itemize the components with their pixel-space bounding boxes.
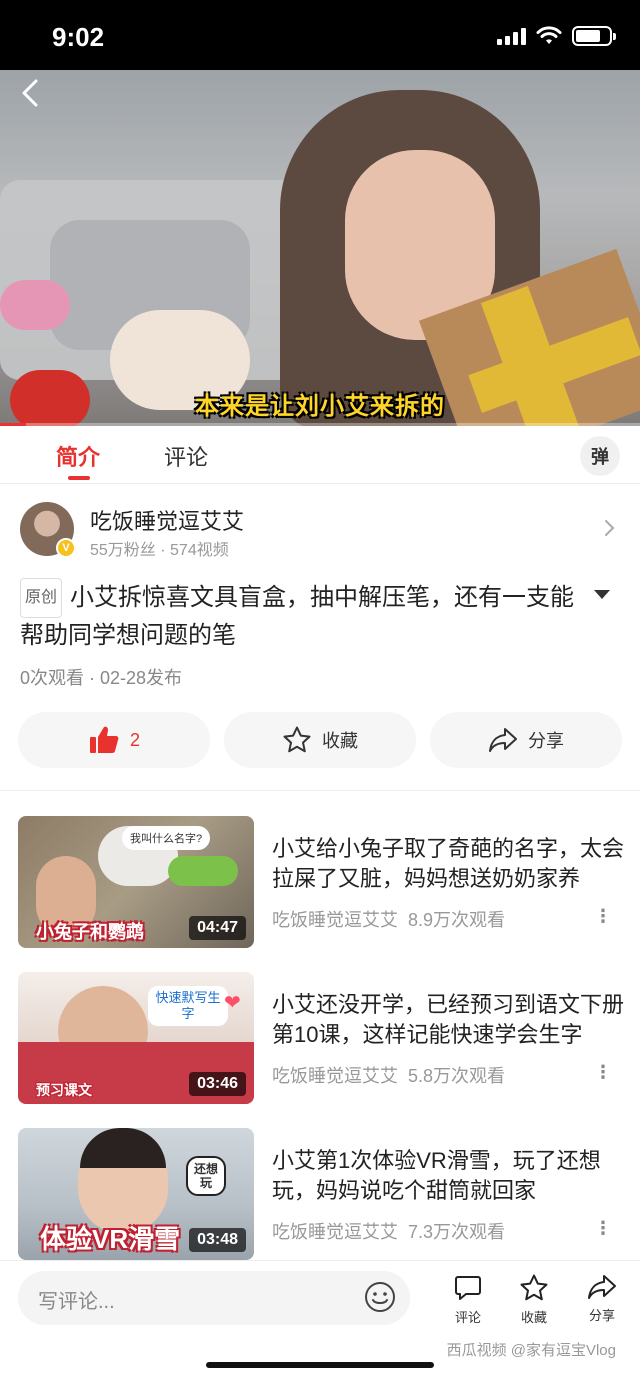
parrot: [168, 856, 238, 886]
related-video-title[interactable]: 小艾给小兔子取了奇葩的名字，太会拉屎了又脏，妈妈想送奶奶家养: [272, 834, 624, 894]
share-label: 分享: [528, 731, 564, 751]
video-duration: 03:48: [189, 1228, 246, 1252]
chevron-right-icon[interactable]: [604, 518, 616, 544]
related-video-views: 5.8万次观看: [408, 1066, 506, 1086]
signal-icon: [497, 27, 526, 45]
wifi-icon: [536, 26, 562, 44]
comment-input[interactable]: 写评论...: [18, 1271, 410, 1325]
plush-toy: [0, 280, 70, 330]
chevron-left-icon: [22, 79, 38, 107]
related-video-item[interactable]: 快速默写生字 ❤ 预习课文 03:46 小艾还没开学，已经预习到语文下册第10课…: [0, 972, 640, 1104]
hair: [80, 1128, 166, 1168]
thumbnail-caption: 小兔子和鹦鹉: [36, 922, 144, 942]
related-video-author: 吃饭睡觉逗艾艾: [272, 910, 398, 930]
comment-icon: [455, 1276, 481, 1300]
video-title: 小艾拆惊喜文具盲盒，抽中解压笔，还有一支能帮助同学想问题的笔: [20, 584, 575, 649]
related-video-author: 吃饭睡觉逗艾艾: [272, 1066, 398, 1086]
thumbnail-bubble: 我叫什么名字?: [122, 826, 211, 850]
thumbnail-bubble: 快速默写生字: [148, 986, 228, 1026]
related-video-views: 8.9万次观看: [408, 910, 506, 930]
status-time: 9:02: [52, 22, 105, 52]
expand-title-icon[interactable]: [594, 590, 610, 599]
video-duration: 04:47: [189, 916, 246, 940]
author-stats: 55万粉丝 · 574视频: [90, 542, 229, 559]
status-icons: [497, 26, 616, 46]
related-video-views: 7.3万次观看: [408, 1222, 506, 1242]
share-icon: [588, 1275, 616, 1299]
video-meta: 0次观看 · 02-28发布: [20, 668, 183, 688]
original-badge: 原创: [20, 578, 63, 618]
related-video-author: 吃饭睡觉逗艾艾: [272, 1222, 398, 1242]
verified-icon: V: [56, 538, 76, 558]
related-video-item[interactable]: 我叫什么名字? 小兔子和鹦鹉 04:47 小艾给小兔子取了奇葩的名字，太会拉屎了…: [0, 816, 640, 948]
divider: [0, 790, 640, 791]
favorite-label: 收藏: [322, 731, 358, 751]
star-icon: [520, 1274, 548, 1301]
related-video-title[interactable]: 小艾还没开学，已经预习到语文下册第10课，这样记能快速学会生字: [272, 990, 624, 1050]
back-button[interactable]: [18, 78, 48, 108]
video-thumbnail[interactable]: 我叫什么名字? 小兔子和鹦鹉 04:47: [18, 816, 254, 948]
favorite-bar-button[interactable]: 收藏: [504, 1273, 564, 1326]
video-duration: 03:46: [189, 1072, 246, 1096]
more-options-icon[interactable]: ⋮: [594, 1218, 612, 1239]
video-thumbnail[interactable]: 快速默写生字 ❤ 预习课文 03:46: [18, 972, 254, 1104]
more-options-icon[interactable]: ⋮: [594, 1062, 612, 1083]
detail-tabs: 简介 评论 弹: [0, 426, 640, 484]
emoji-icon[interactable]: [364, 1281, 396, 1313]
related-video-item[interactable]: 还想玩 体验VR滑雪 03:48 小艾第1次体验VR滑雪，玩了还想玩，妈妈说吃个…: [0, 1128, 640, 1260]
comment-button[interactable]: 评论: [438, 1273, 498, 1326]
tab-comment[interactable]: 评论: [164, 440, 208, 472]
favorite-button[interactable]: 收藏: [224, 712, 416, 768]
star-icon: [283, 726, 311, 753]
thumbs-up-icon: [89, 726, 119, 753]
more-options-icon[interactable]: ⋮: [594, 906, 612, 927]
comment-placeholder: 写评论...: [38, 1291, 115, 1313]
tab-intro[interactable]: 简介: [56, 440, 100, 480]
share-icon: [489, 728, 517, 752]
video-thumbnail[interactable]: 还想玩 体验VR滑雪 03:48: [18, 1128, 254, 1260]
video-player[interactable]: 本来是让刘小艾来拆的: [0, 70, 640, 426]
related-video-meta: 吃饭睡觉逗艾艾 5.8万次观看: [272, 1062, 505, 1088]
video-subtitle: 本来是让刘小艾来拆的: [195, 393, 445, 420]
heart-icon: ❤: [224, 992, 241, 1014]
video-title-block: 原创 小艾拆惊喜文具盲盒，抽中解压笔，还有一支能帮助同学想问题的笔: [20, 578, 620, 654]
related-video-meta: 吃饭睡觉逗艾艾 8.9万次观看: [272, 906, 505, 932]
comment-button-label: 评论: [454, 1310, 481, 1325]
home-indicator[interactable]: [206, 1362, 434, 1368]
share-bar-button[interactable]: 分享: [572, 1273, 632, 1324]
related-video-title[interactable]: 小艾第1次体验VR滑雪，玩了还想玩，妈妈说吃个甜筒就回家: [272, 1146, 624, 1206]
author-name[interactable]: 吃饭睡觉逗艾艾: [90, 504, 244, 536]
share-button[interactable]: 分享: [430, 712, 622, 768]
like-button[interactable]: 2: [18, 712, 210, 768]
like-count: 2: [129, 729, 140, 750]
related-video-meta: 吃饭睡觉逗艾艾 7.3万次观看: [272, 1218, 505, 1244]
watermark: 西瓜视频 @家有逗宝Vlog: [446, 1342, 616, 1359]
thumbnail-caption: 预习课文: [36, 1082, 92, 1098]
favorite-bar-label: 收藏: [520, 1310, 547, 1325]
status-bar: 9:02: [0, 0, 640, 70]
share-bar-label: 分享: [588, 1308, 615, 1323]
battery-icon: [572, 26, 616, 46]
author-row[interactable]: V 吃饭睡觉逗艾艾 55万粉丝 · 574视频: [20, 502, 620, 559]
thumbnail-caption: 体验VR滑雪: [40, 1224, 181, 1254]
action-buttons: 2 收藏 分享: [18, 712, 622, 768]
thumbnail-bubble: 还想玩: [186, 1156, 226, 1196]
danmaku-toggle-button[interactable]: 弹: [580, 436, 620, 476]
